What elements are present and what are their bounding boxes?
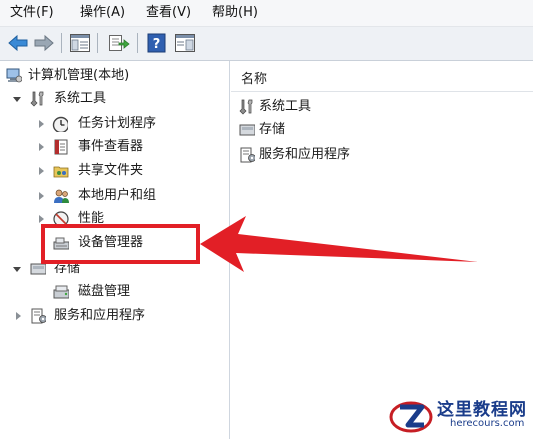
system-tools-icon bbox=[30, 91, 44, 107]
collapsed-arrow-icon[interactable] bbox=[39, 192, 44, 200]
help-icon: ? bbox=[147, 33, 166, 53]
show-hide-action-pane-icon bbox=[175, 34, 195, 52]
menu-file[interactable]: 文件(F) bbox=[10, 4, 54, 22]
clock-icon bbox=[52, 116, 68, 132]
export-list-icon bbox=[109, 35, 130, 51]
disk-management-icon bbox=[53, 285, 69, 299]
collapsed-arrow-icon[interactable] bbox=[39, 167, 44, 175]
tree-item-event-viewer[interactable]: 事件查看器 bbox=[0, 136, 229, 158]
storage-icon bbox=[239, 124, 255, 136]
tree-item-computer-management[interactable]: 计算机管理(本地) bbox=[0, 65, 229, 87]
menu-action[interactable]: 操作(A) bbox=[80, 4, 125, 22]
tree-label: 事件查看器 bbox=[78, 139, 144, 154]
back-arrow-icon bbox=[8, 34, 28, 52]
event-viewer-icon bbox=[54, 139, 68, 155]
export-list-button[interactable] bbox=[106, 32, 130, 54]
tree-label: 任务计划程序 bbox=[78, 116, 157, 131]
tree-label: 本地用户和组 bbox=[78, 188, 157, 203]
list-item-services-applications[interactable]: 服务和应用程序 bbox=[239, 144, 529, 166]
column-header-label: 名称 bbox=[241, 72, 268, 87]
forward-button[interactable] bbox=[32, 32, 56, 54]
list-item-storage[interactable]: 存储 bbox=[239, 119, 529, 141]
services-applications-icon bbox=[240, 147, 255, 163]
tree-label: 共享文件夹 bbox=[78, 163, 144, 178]
tree-label: 磁盘管理 bbox=[78, 284, 131, 299]
forward-arrow-icon bbox=[34, 34, 54, 52]
tree-item-shared-folders[interactable]: 共享文件夹 bbox=[0, 160, 229, 182]
tree-label: 服务和应用程序 bbox=[54, 308, 146, 323]
toolbar: ? bbox=[0, 27, 533, 61]
tree-label: 系统工具 bbox=[54, 91, 107, 106]
column-header-name[interactable]: 名称 bbox=[231, 61, 533, 92]
tree-item-services-applications[interactable]: 服务和应用程序 bbox=[0, 305, 229, 327]
watermark: 这里教程网 herecours.com bbox=[388, 393, 533, 437]
list-item-system-tools[interactable]: 系统工具 bbox=[239, 96, 529, 118]
services-applications-icon bbox=[31, 308, 46, 324]
watermark-title: 这里教程网 bbox=[437, 400, 527, 420]
back-button[interactable] bbox=[6, 32, 30, 54]
menu-bar: 文件(F) 操作(A) 查看(V) 帮助(H) bbox=[0, 0, 533, 27]
collapsed-arrow-icon[interactable] bbox=[39, 120, 44, 128]
tree-item-task-scheduler[interactable]: 任务计划程序 bbox=[0, 113, 229, 135]
show-hide-tree-button[interactable] bbox=[68, 32, 92, 54]
tree-item-disk-management[interactable]: 磁盘管理 bbox=[0, 281, 229, 303]
tree-item-local-users-groups[interactable]: 本地用户和组 bbox=[0, 185, 229, 207]
list-item-label: 系统工具 bbox=[259, 99, 312, 114]
tree-item-system-tools[interactable]: 系统工具 bbox=[0, 88, 229, 110]
expanded-arrow-icon[interactable] bbox=[13, 267, 21, 272]
users-icon bbox=[54, 189, 69, 203]
toolbar-separator bbox=[97, 33, 98, 53]
watermark-logo-icon bbox=[389, 401, 433, 433]
help-button[interactable]: ? bbox=[145, 32, 169, 54]
menu-view[interactable]: 查看(V) bbox=[146, 4, 191, 22]
list-item-label: 服务和应用程序 bbox=[259, 147, 351, 162]
toolbar-separator bbox=[137, 33, 138, 53]
collapsed-arrow-icon[interactable] bbox=[16, 312, 21, 320]
computer-management-icon bbox=[6, 68, 22, 83]
tree-label: 计算机管理(本地) bbox=[28, 68, 130, 83]
shared-folder-icon bbox=[53, 166, 69, 178]
list-item-label: 存储 bbox=[259, 122, 286, 137]
watermark-url: herecours.com bbox=[450, 418, 525, 429]
collapsed-arrow-icon[interactable] bbox=[39, 215, 44, 223]
show-hide-console-tree-icon bbox=[70, 34, 90, 52]
toolbar-separator bbox=[61, 33, 62, 53]
highlight-box bbox=[41, 224, 200, 264]
menu-help[interactable]: 帮助(H) bbox=[212, 4, 258, 22]
result-list-pane: 名称 系统工具 存储 服务和应用程序 bbox=[231, 61, 533, 439]
collapsed-arrow-icon[interactable] bbox=[39, 143, 44, 151]
show-hide-action-pane-button[interactable] bbox=[173, 32, 197, 54]
system-tools-icon bbox=[239, 99, 253, 115]
expanded-arrow-icon[interactable] bbox=[13, 97, 21, 102]
svg-text:?: ? bbox=[153, 37, 161, 52]
